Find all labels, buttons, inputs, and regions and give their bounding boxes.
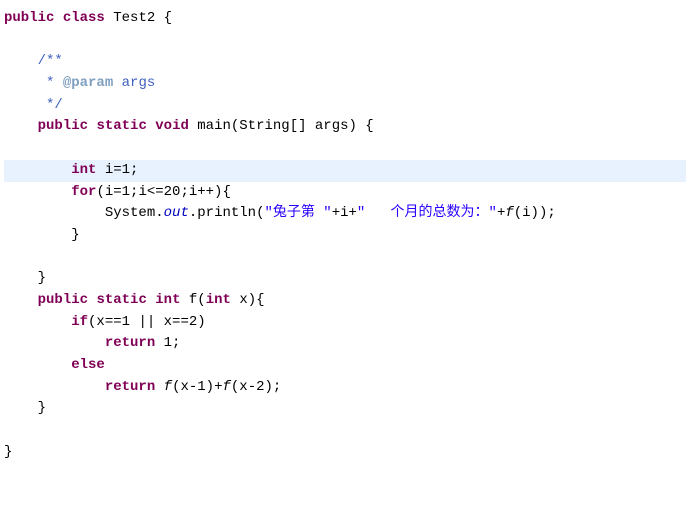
keyword-return: return <box>105 335 155 351</box>
keyword-int: int <box>71 162 96 178</box>
blank-line <box>4 420 686 442</box>
code-line: return f(x-1)+f(x-2); <box>4 377 686 399</box>
code-line: } <box>4 442 686 464</box>
keyword-public: public <box>4 10 54 26</box>
string-literal: "兔子第 " <box>264 205 331 221</box>
javadoc-start: /** <box>4 51 686 73</box>
code-line: } <box>4 398 686 420</box>
blank-line <box>4 247 686 269</box>
string-literal: " 个月的总数为：" <box>357 205 497 221</box>
static-out: out <box>164 205 189 221</box>
class-name: Test2 <box>113 10 155 26</box>
keyword-class: class <box>63 10 105 26</box>
method-f: public static int f(int x){ <box>4 290 686 312</box>
param-tag: @param <box>63 75 113 91</box>
code-line: else <box>4 355 686 377</box>
code-line: System.out.println("兔子第 "+i+" 个月的总数为："+f… <box>4 203 686 225</box>
code-block: public class Test2 { /** * @param args *… <box>4 8 686 463</box>
keyword-return: return <box>105 379 155 395</box>
keyword-for: for <box>71 184 96 200</box>
code-line: return 1; <box>4 333 686 355</box>
highlighted-line: int i=1; <box>4 160 686 182</box>
javadoc-param: * @param args <box>4 73 686 95</box>
blank-line <box>4 138 686 160</box>
code-line: if(x==1 || x==2) <box>4 312 686 334</box>
keyword-else: else <box>71 357 105 373</box>
code-line: } <box>4 225 686 247</box>
method-main: public static void main(String[] args) { <box>4 116 686 138</box>
keyword-if: if <box>71 314 88 330</box>
code-line: } <box>4 268 686 290</box>
javadoc-end: */ <box>4 95 686 117</box>
code-line: public class Test2 { <box>4 8 686 30</box>
code-line: for(i=1;i<=20;i++){ <box>4 182 686 204</box>
blank-line <box>4 30 686 52</box>
